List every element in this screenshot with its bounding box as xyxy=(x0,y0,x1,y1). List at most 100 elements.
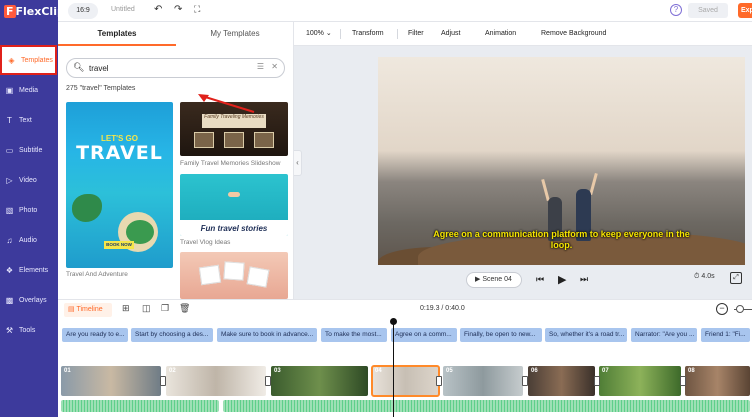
video-clip[interactable]: 02 xyxy=(166,366,266,396)
fit-screen-icon[interactable]: ⛶ xyxy=(194,4,200,15)
zoom-slider-thumb[interactable] xyxy=(736,305,744,313)
sidebar-item-tools[interactable]: ⚒ Tools xyxy=(0,317,58,343)
collapse-panel-handle[interactable]: ‹ xyxy=(294,150,302,176)
video-clip[interactable]: 07 xyxy=(599,366,681,396)
filter-button[interactable]: Filter xyxy=(408,22,424,46)
add-scene-icon[interactable]: ⊞ xyxy=(122,303,130,314)
clip-number: 04 xyxy=(375,368,382,374)
subtitle-chip[interactable]: Start by choosing a des... xyxy=(131,328,213,342)
subtitle-icon: ▭ xyxy=(5,145,14,155)
timeline-label: Timeline xyxy=(76,306,103,313)
playhead[interactable] xyxy=(393,322,394,417)
undo-icon[interactable]: ↶ xyxy=(154,4,162,15)
sidebar-item-templates[interactable]: ◈ Templates xyxy=(0,45,57,75)
video-clip[interactable]: 08 xyxy=(685,366,750,396)
duplicate-icon[interactable]: ❐ xyxy=(161,303,169,314)
search-input[interactable] xyxy=(89,62,239,75)
transition-handle[interactable] xyxy=(680,376,686,386)
transition-handle[interactable] xyxy=(522,376,528,386)
timeline-button[interactable]: ▤ Timeline xyxy=(64,303,112,317)
fullscreen-icon[interactable]: ⤢ xyxy=(730,272,742,284)
template-travel-vlog-ideas[interactable]: Fun travel stories xyxy=(180,174,288,236)
delete-icon[interactable]: 🗑︎ xyxy=(179,303,190,314)
chevron-down-icon: ⌄ xyxy=(323,30,332,37)
filter-icon[interactable]: ☰ xyxy=(257,62,264,71)
video-clip[interactable]: 06 xyxy=(528,366,595,396)
subtitle-chip[interactable]: Agree on a comm... xyxy=(391,328,457,342)
play-icon[interactable]: ▶ xyxy=(558,273,566,286)
template-travel-and-adventure[interactable]: LET'S GO TRAVEL BOOK NOW xyxy=(66,102,173,268)
video-clip[interactable]: 05 xyxy=(443,366,523,396)
aspect-ratio-button[interactable]: 16:9 xyxy=(68,3,98,19)
tab-my-templates[interactable]: My Templates xyxy=(176,22,294,46)
subtitle-chip[interactable]: So, whether it's a road tr... xyxy=(545,328,627,342)
clip-number: 07 xyxy=(602,368,609,374)
help-icon[interactable]: ? xyxy=(670,4,682,16)
subtitle-chip[interactable]: Make sure to book in advance... xyxy=(217,328,317,342)
photo-frame xyxy=(198,264,222,286)
sidebar-item-photo[interactable]: ▧ Photo xyxy=(0,197,58,223)
zoom-out-icon[interactable]: − xyxy=(716,303,728,315)
remove-background-button[interactable]: Remove Background xyxy=(541,22,606,46)
adjust-button[interactable]: Adjust xyxy=(441,22,460,46)
toolbar-divider xyxy=(340,29,341,39)
video-clip-selected[interactable]: 04 xyxy=(371,365,440,397)
text-icon: T xyxy=(7,115,12,125)
sidebar-item-video[interactable]: ▷ Video xyxy=(0,167,58,193)
audio-track[interactable] xyxy=(223,400,750,412)
flexclip-logo[interactable]: F FlexClip xyxy=(4,3,65,19)
sidebar-item-label: Photo xyxy=(19,206,38,214)
sidebar-item-text[interactable]: T Text xyxy=(0,107,58,133)
sidebar-item-label: Video xyxy=(19,176,37,184)
scene-button[interactable]: ▶ Scene 04 xyxy=(466,272,522,288)
zoom-dropdown[interactable]: 100% ⌄ xyxy=(306,22,332,46)
template-photo-collage[interactable] xyxy=(180,252,288,299)
playhead-handle[interactable] xyxy=(390,318,397,325)
template-book-button: BOOK NOW xyxy=(104,241,134,249)
video-clip[interactable]: 01 xyxy=(61,366,161,396)
subtitle-chip[interactable]: Friend 1: "Fi... xyxy=(701,328,750,342)
template-headline: Fun travel stories xyxy=(200,224,268,233)
subtitle-chip[interactable]: Are you ready to e... xyxy=(62,328,128,342)
sidebar-item-elements[interactable]: ❖ Elements xyxy=(0,257,58,283)
redo-icon[interactable]: ↷ xyxy=(174,4,182,15)
split-icon[interactable]: ◫ xyxy=(142,303,151,314)
transform-button[interactable]: Transform xyxy=(352,22,384,46)
animation-button[interactable]: Animation xyxy=(485,22,516,46)
arm-shape xyxy=(541,178,550,202)
result-count: 275 "travel" Templates xyxy=(66,85,136,92)
sidebar-item-overlays[interactable]: ▩ Overlays xyxy=(0,287,58,313)
time-readout: 0:19.3 / 0:40.0 xyxy=(420,305,465,312)
transition-handle[interactable] xyxy=(265,376,271,386)
logo-mark: F xyxy=(4,4,16,18)
overlays-icon: ▩ xyxy=(5,295,14,305)
photo-frame xyxy=(246,266,270,288)
sidebar-item-label: Elements xyxy=(19,266,49,274)
video-preview[interactable]: Agree on a communication platform to kee… xyxy=(378,57,745,265)
duration-value: 4.0s xyxy=(701,273,715,280)
document-title[interactable]: Untitled xyxy=(111,6,135,13)
transition-handle[interactable] xyxy=(160,376,166,386)
toolbar-divider xyxy=(397,29,398,39)
video-subtitle[interactable]: Agree on a communication platform to kee… xyxy=(428,229,695,251)
subtitle-chip[interactable]: Narrator: "Are you ... xyxy=(631,328,697,342)
saved-button[interactable]: Saved xyxy=(688,3,728,18)
music-icon: ♫ xyxy=(6,235,13,245)
transition-handle[interactable] xyxy=(594,376,600,386)
subtitle-chip[interactable]: To make the most... xyxy=(321,328,387,342)
subtitle-chip[interactable]: Finally, be open to new... xyxy=(460,328,542,342)
sidebar-item-audio[interactable]: ♫ Audio xyxy=(0,227,58,253)
export-button[interactable]: Exp xyxy=(738,3,752,18)
audio-track[interactable] xyxy=(61,400,219,412)
transition-handle[interactable] xyxy=(436,376,442,386)
sidebar-item-label: Templates xyxy=(21,56,53,64)
video-clip[interactable]: 03 xyxy=(271,366,368,396)
clip-duration[interactable]: ⏱︎ 4.0s xyxy=(694,273,715,281)
next-icon[interactable]: ⏭︎ xyxy=(580,274,588,285)
sidebar-item-subtitle[interactable]: ▭ Subtitle xyxy=(0,137,58,163)
clear-search-icon[interactable]: ✕ xyxy=(271,62,278,71)
tab-templates[interactable]: Templates xyxy=(58,22,176,46)
sidebar-item-media[interactable]: ▣ Media xyxy=(0,77,58,103)
previous-icon[interactable]: ⏮︎ xyxy=(536,274,544,285)
photo-frame xyxy=(224,132,244,148)
